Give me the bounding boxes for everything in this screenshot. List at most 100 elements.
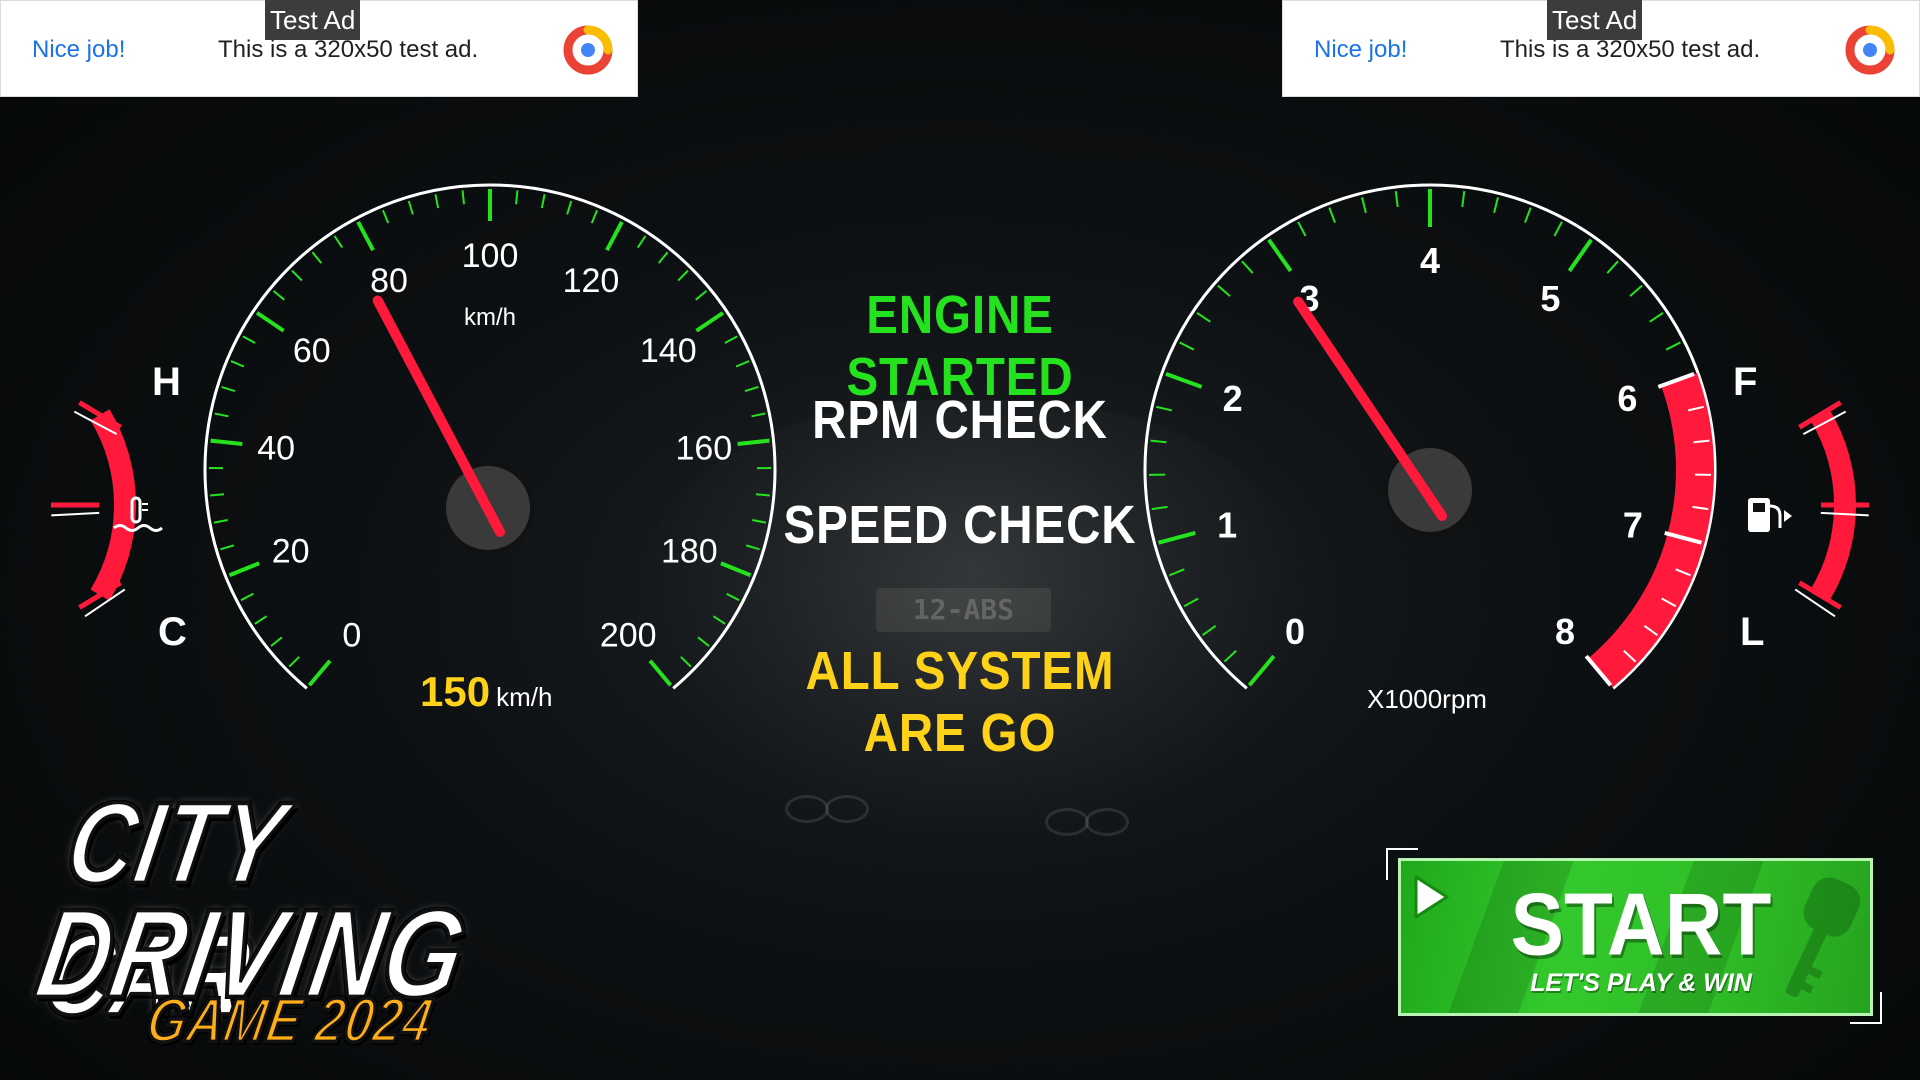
speedometer-tick xyxy=(213,519,228,524)
speedometer-tick xyxy=(255,311,285,333)
tachometer-tick xyxy=(1493,197,1499,214)
tachometer-tick xyxy=(1524,207,1532,223)
speedometer-tick-label: 180 xyxy=(661,533,718,571)
speedometer-tick xyxy=(515,190,519,205)
speedometer-tick-label: 200 xyxy=(600,617,657,655)
speedometer-tick xyxy=(291,269,303,282)
speedometer-tick xyxy=(242,335,256,344)
speedometer-tick xyxy=(726,592,740,602)
speedometer-tick xyxy=(735,360,750,368)
speedometer-tick xyxy=(272,290,285,301)
start-label: START xyxy=(1510,875,1772,974)
tachometer-tick-label: 4 xyxy=(1420,240,1440,281)
rpm-unit-label: X1000rpm xyxy=(1367,684,1487,714)
tachometer-tick xyxy=(1241,260,1254,274)
tachometer-tick xyxy=(1183,597,1199,608)
speedometer-tick xyxy=(407,200,414,215)
tachometer-tick xyxy=(1247,654,1276,687)
speed-check-text: SPEED CHECK xyxy=(783,495,1137,555)
tachometer-needle xyxy=(1293,296,1447,521)
speedometer-tick xyxy=(381,209,390,224)
speedometer-needle xyxy=(372,295,505,537)
speedometer-tick xyxy=(724,335,738,344)
temp-high-label: H xyxy=(152,360,181,404)
tachometer-tick-label: 7 xyxy=(1623,504,1643,545)
logo-line-3: GAME 2024 xyxy=(140,983,440,1056)
tachometer-tick xyxy=(1665,341,1681,351)
speedometer-tick-label: 40 xyxy=(257,430,295,468)
speedometer-tick xyxy=(680,656,692,668)
temp-low-label: C xyxy=(158,610,187,654)
all-systems-go-text: ALL SYSTEM ARE GO xyxy=(805,641,1115,763)
speedometer-tick-label: 60 xyxy=(293,332,331,370)
speedometer-tick-label: 140 xyxy=(640,332,697,370)
speedometer-tick xyxy=(254,615,268,625)
speedometer-tick xyxy=(540,194,546,209)
fuel-low-label: L xyxy=(1740,610,1765,654)
start-sublabel: LET'S PLAY & WIN xyxy=(1530,969,1752,997)
speedometer-tick xyxy=(695,290,708,301)
speedometer-tick xyxy=(697,636,710,647)
speedometer-tick xyxy=(657,251,669,264)
tachometer-tick xyxy=(1297,221,1307,237)
side-gauge-mark-outline xyxy=(51,511,100,517)
speedometer-tick-label: 100 xyxy=(462,237,519,275)
speedometer-tick-label: 160 xyxy=(675,430,732,468)
tachometer-tick-label: 0 xyxy=(1285,611,1305,652)
speed-value: 150 xyxy=(420,668,491,715)
tachometer-tick xyxy=(1202,624,1217,636)
speedometer-tick xyxy=(677,269,689,282)
tachometer-tick xyxy=(1267,238,1293,273)
speedometer-tick xyxy=(220,544,235,551)
tachometer-tick xyxy=(1223,649,1237,663)
speedometer-tick xyxy=(636,235,647,249)
tachometer-tick xyxy=(1567,238,1593,273)
speedometer-tick xyxy=(221,385,236,393)
tachometer-tick xyxy=(1328,207,1336,223)
speedometer-tick xyxy=(712,615,726,625)
tachometer-tick xyxy=(1649,312,1664,323)
speedometer-tick xyxy=(288,656,300,668)
tachometer: 012345678 xyxy=(1143,183,1717,690)
start-button[interactable]: START LET'S PLAY & WIN xyxy=(1398,858,1873,1016)
speedometer-tick xyxy=(566,200,573,215)
speedometer-tick xyxy=(461,190,465,205)
tachometer-tick-label: 5 xyxy=(1540,278,1560,319)
speedometer-tick xyxy=(307,659,332,687)
speedometer-tick xyxy=(210,493,225,497)
speedometer-tick xyxy=(240,592,254,602)
speedometer-tick xyxy=(605,220,624,252)
speedometer-tick xyxy=(214,412,229,418)
rpm-check-text: RPM CHECK xyxy=(812,390,1108,450)
tachometer-tick-label: 2 xyxy=(1223,378,1243,419)
tachometer-tick-label: 8 xyxy=(1555,611,1575,652)
game-logo: CITY CAR DRIVING GAME 2024 xyxy=(26,778,478,1065)
side-gauge-arc xyxy=(90,409,136,601)
speedometer-tick-label: 20 xyxy=(272,533,310,571)
speedometer-tick-label: 80 xyxy=(370,262,408,300)
tachometer-tick xyxy=(1394,190,1399,208)
speedometer-tick xyxy=(270,636,283,647)
speedometer-unit-label: km/h xyxy=(464,304,516,331)
tachometer-tick-label: 6 xyxy=(1617,378,1637,419)
speedometer-tick-label: 0 xyxy=(342,617,361,655)
fuel-side-arrow xyxy=(1784,510,1792,522)
tachometer-tick xyxy=(1361,197,1367,214)
tachometer-tick xyxy=(1629,284,1643,297)
fuel-pump-window xyxy=(1753,503,1765,512)
speed-readout: 150 km/h xyxy=(420,668,552,716)
car-key-icon xyxy=(1785,877,1861,998)
speedometer-tick xyxy=(720,561,752,578)
tachometer-tick xyxy=(1169,568,1185,577)
tachometer-tick xyxy=(1217,284,1231,297)
speedometer-tick xyxy=(210,438,243,446)
side-gauge-mark-outline xyxy=(1820,511,1869,517)
speedometer: 0 20 40 60 80 100 120 140 160 180 200 km/h xyxy=(203,183,777,690)
fuel-pump-icon xyxy=(1748,498,1792,532)
speedometer-tick xyxy=(434,194,440,209)
tachometer-tick xyxy=(1553,221,1563,237)
tachometer-tick xyxy=(1165,372,1203,389)
speed-unit: km/h xyxy=(496,682,553,712)
fuel-full-label: F xyxy=(1733,360,1758,404)
speedometer-tick xyxy=(311,251,323,264)
